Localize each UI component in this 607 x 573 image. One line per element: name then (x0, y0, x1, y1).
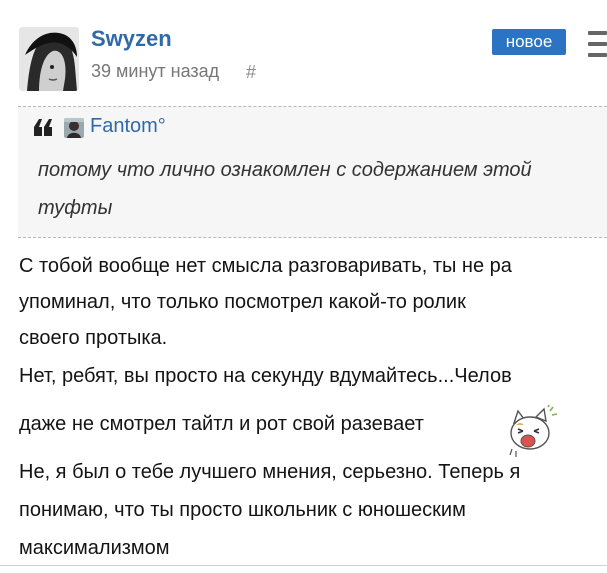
shouting-cat-emoji (509, 405, 558, 457)
quote-line: туфты (38, 197, 113, 219)
quote-author-avatar[interactable] (64, 118, 84, 138)
new-badge: новое (492, 29, 566, 55)
post-line: С тобой вообще нет смысла разговаривать,… (19, 255, 512, 277)
author-avatar[interactable] (19, 27, 79, 91)
quote-text: потому что лично ознакомлен с содержание… (38, 151, 603, 227)
quote-marks-icon (34, 119, 52, 136)
post-line: максимализмом (19, 537, 170, 559)
quote-author-name[interactable]: Fantom° (90, 115, 166, 138)
quote-line: потому что лично ознакомлен с содержание… (38, 159, 532, 181)
hamburger-menu-icon[interactable] (588, 31, 607, 63)
permalink-link[interactable]: # (246, 62, 256, 83)
author-name[interactable]: Swyzen (91, 26, 172, 52)
post-line: своего протыка. (19, 327, 168, 349)
divider (0, 565, 607, 566)
post-header: Swyzen 39 минут назад # новое (0, 0, 607, 104)
post-line: Нет, ребят, вы просто на секунду вдумайт… (19, 365, 512, 387)
post-timestamp: 39 минут назад (91, 61, 220, 81)
quote-block: Fantom° потому что лично ознакомлен с со… (18, 106, 607, 238)
post-line: упоминал, что только посмотрел какой-то … (19, 291, 466, 313)
post-line: Не, я был о тебе лучшего мнения, серьезн… (19, 461, 521, 483)
post-line: понимаю, что ты просто школьник с юношес… (19, 499, 466, 521)
